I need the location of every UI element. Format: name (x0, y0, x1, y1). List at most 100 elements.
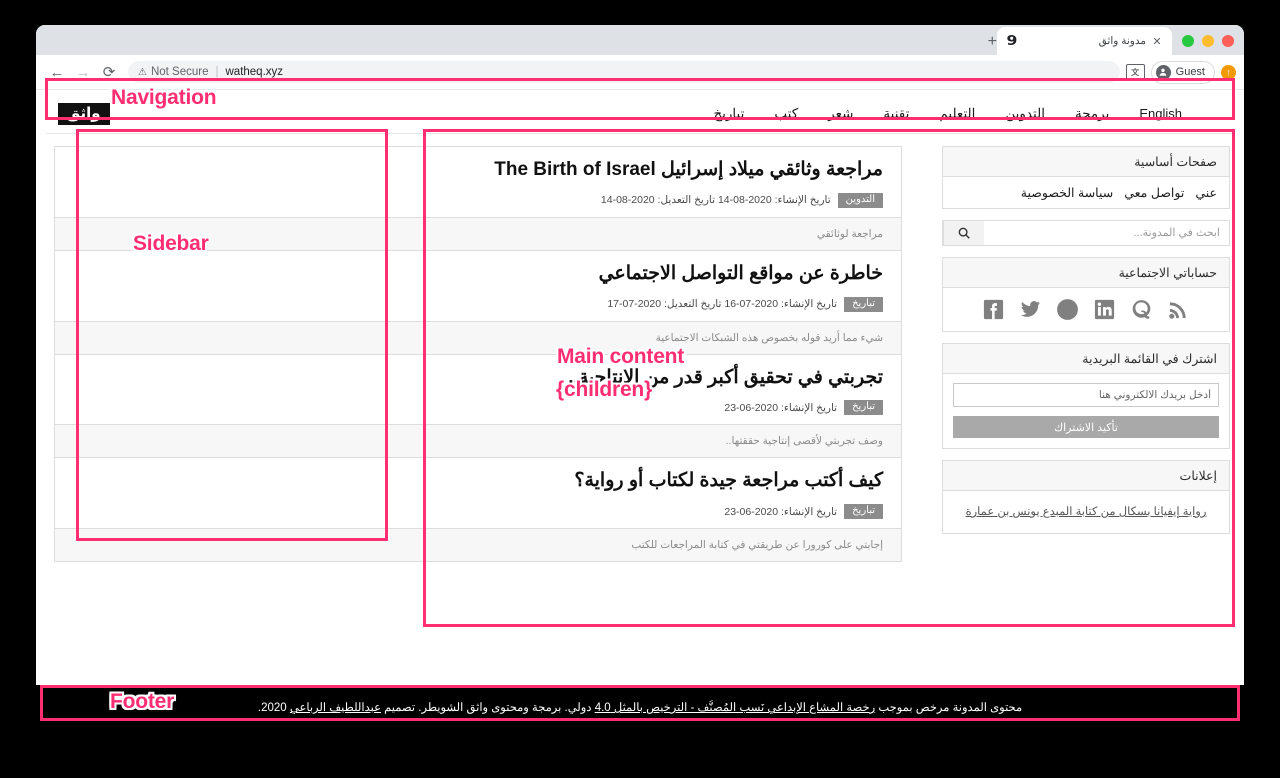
new-tab-button[interactable]: + (988, 34, 997, 50)
sidebar: صفحات أساسية عني تواصل معي سياسة الخصوصي… (942, 146, 1234, 562)
twitter-icon[interactable] (1019, 297, 1043, 321)
ads-heading: إعلانات (943, 461, 1229, 491)
browser-window: 9 مدونة واثق ✕ + ← → ⟳ ⚠ Not Secure | wa… (36, 25, 1244, 729)
security-label: Not Secure (150, 66, 209, 78)
post-meta: تباريخ تاريخ الإنشاء: 2020-06-23 (73, 400, 883, 416)
close-window-button[interactable] (1222, 35, 1234, 47)
post-title[interactable]: كيف أكتب مراجعة جيدة لكتاب أو رواية؟ (73, 470, 883, 493)
footer-suffix: 2020. (257, 702, 290, 714)
site-navigation: English برمجة التدوين التعليم تقنية شعر … (46, 94, 1234, 134)
nav-link-books[interactable]: كتب (774, 106, 798, 122)
page-viewport: English برمجة التدوين التعليم تقنية شعر … (36, 90, 1244, 729)
newsletter-card: اشترك في القائمة البريدية تأكيد الاشتراك (942, 343, 1230, 449)
post-item: مراجعة وثائقي ميلاد إسرائيل The Birth of… (54, 146, 902, 250)
post-header: خاطرة عن مواقع التواصل الاجتماعي تباريخ … (55, 251, 901, 321)
newsletter-heading: اشترك في القائمة البريدية (943, 344, 1229, 374)
maximize-window-button[interactable] (1182, 35, 1194, 47)
footer-middle: دولي. برمجة ومحتوى واثق الشويطر. تصميم (380, 702, 595, 714)
nav-link-english[interactable]: English (1139, 106, 1182, 121)
post-excerpt: شيء مما أريد قوله بخصوص هذه الشبكات الاج… (55, 320, 901, 354)
page-body: صفحات أساسية عني تواصل معي سياسة الخصوصي… (36, 134, 1244, 563)
basic-pages-card: صفحات أساسية عني تواصل معي سياسة الخصوصي… (942, 146, 1230, 209)
nav-link-poetry[interactable]: شعر (828, 106, 853, 122)
blog-search (942, 220, 1230, 246)
post-excerpt: إجابتي على كورورا عن طريقتي في كتابة الم… (55, 528, 901, 562)
post-category-badge[interactable]: التدوين (837, 192, 883, 208)
browser-tab[interactable]: 9 مدونة واثق ✕ (997, 27, 1172, 55)
ads-body: رواية إيفيانا بسكال من كتابة المبدع يونس… (943, 491, 1229, 533)
post-dates: تاريخ الإنشاء: 2020-08-14 تاريخ التعديل:… (600, 194, 831, 207)
social-icons-row (943, 288, 1229, 331)
search-input[interactable] (984, 221, 1229, 245)
linkedin-icon[interactable] (1093, 297, 1117, 321)
rss-icon[interactable] (1167, 297, 1191, 321)
minimize-window-button[interactable] (1202, 35, 1214, 47)
basic-pages-body: عني تواصل معي سياسة الخصوصية (943, 177, 1229, 208)
post-dates: تاريخ الإنشاء: 2020-06-23 (724, 401, 838, 414)
post-category-badge[interactable]: تباريخ (844, 400, 883, 416)
footer-text: محتوى المدونة مرخص بموجب رخصة المشاع الإ… (258, 700, 1022, 714)
site-logo[interactable]: واثق (58, 102, 110, 125)
main-content: مراجعة وثائقي ميلاد إسرائيل The Birth of… (46, 146, 902, 563)
footer-designer-link[interactable]: عبداللطيف الرباعي (290, 702, 381, 714)
close-tab-icon[interactable]: ✕ (1150, 35, 1164, 48)
page-link-contact[interactable]: تواصل معي (1124, 185, 1184, 200)
warning-icon: ⚠ (138, 66, 147, 78)
quora-icon[interactable] (1130, 297, 1154, 321)
reload-icon[interactable]: ⟳ (96, 59, 122, 85)
post-excerpt: وصف تجربتي لأقصى إنتاجية حققتها.. (55, 424, 901, 458)
post-category-badge[interactable]: تباريخ (844, 296, 883, 312)
nav-link-history[interactable]: تباريخ (713, 106, 744, 122)
forward-icon[interactable]: → (70, 59, 96, 85)
newsletter-body: تأكيد الاشتراك (943, 374, 1229, 448)
search-icon (957, 226, 971, 240)
post-dates: تاريخ الإنشاء: 2020-07-16 تاريخ التعديل:… (607, 298, 838, 311)
newsletter-email-input[interactable] (953, 383, 1219, 407)
page-link-about[interactable]: عني (1195, 185, 1217, 200)
post-title[interactable]: مراجعة وثائقي ميلاد إسرائيل The Birth of… (73, 159, 883, 182)
update-icon[interactable]: ↑ (1221, 64, 1236, 80)
window-controls (1172, 35, 1244, 55)
back-icon[interactable]: ← (44, 59, 70, 85)
post-title[interactable]: تجربتي في تحقيق أكبر قدر من الإنتاجية.. (73, 367, 883, 390)
basic-pages-heading: صفحات أساسية (943, 147, 1229, 177)
site-footer: محتوى المدونة مرخص بموجب رخصة المشاع الإ… (36, 685, 1244, 729)
post-header: تجربتي في تحقيق أكبر قدر من الإنتاجية.. … (55, 355, 901, 425)
toolbar-actions: 文 Guest ↑ (1125, 60, 1236, 84)
post-item: تجربتي في تحقيق أكبر قدر من الإنتاجية.. … (54, 353, 902, 458)
tab-favicon-icon: 9 (1006, 33, 1018, 49)
post-item: كيف أكتب مراجعة جيدة لكتاب أو رواية؟ تبا… (54, 457, 902, 563)
footer-license-link[interactable]: رخصة المشاع الإبداعي نَسب المُصنَّف - ال… (595, 702, 875, 714)
github-icon[interactable] (1056, 297, 1080, 321)
ad-link[interactable]: رواية إيفيانا بسكال من كتابة المبدع يونس… (966, 506, 1207, 518)
address-bar[interactable]: ⚠ Not Secure | watheq.xyz (128, 61, 1120, 83)
newsletter-subscribe-button[interactable]: تأكيد الاشتراك (953, 416, 1219, 438)
profile-button[interactable]: Guest (1150, 60, 1215, 84)
social-accounts-card: حساباتي الاجتماعية (942, 257, 1230, 332)
nav-links: English برمجة التدوين التعليم تقنية شعر … (713, 106, 1182, 122)
facebook-icon[interactable] (982, 297, 1006, 321)
browser-tab-strip: 9 مدونة واثق ✕ + (36, 25, 1244, 55)
post-meta: التدوين تاريخ الإنشاء: 2020-08-14 تاريخ … (73, 192, 883, 208)
search-button[interactable] (943, 221, 984, 245)
nav-link-education[interactable]: التعليم (939, 106, 975, 122)
security-status[interactable]: ⚠ Not Secure (138, 66, 209, 78)
post-excerpt: مراجعة لوثائقي (55, 216, 901, 250)
social-accounts-heading: حساباتي الاجتماعية (943, 258, 1229, 288)
post-header: مراجعة وثائقي ميلاد إسرائيل The Birth of… (55, 147, 901, 217)
post-item: خاطرة عن مواقع التواصل الاجتماعي تباريخ … (54, 249, 902, 354)
profile-label: Guest (1175, 66, 1205, 78)
nav-link-blogging[interactable]: التدوين (1005, 106, 1045, 122)
post-title[interactable]: خاطرة عن مواقع التواصل الاجتماعي (73, 263, 883, 286)
nav-link-technology[interactable]: تقنية (883, 106, 909, 122)
address-bar-url: watheq.xyz (225, 66, 284, 78)
footer-prefix: محتوى المدونة مرخص بموجب (875, 702, 1023, 714)
avatar-icon (1155, 64, 1171, 80)
post-meta: تباريخ تاريخ الإنشاء: 2020-06-23 (73, 504, 883, 520)
post-category-badge[interactable]: تباريخ (844, 504, 883, 520)
nav-link-programming[interactable]: برمجة (1075, 106, 1109, 122)
browser-toolbar: ← → ⟳ ⚠ Not Secure | watheq.xyz 文 Guest … (36, 55, 1244, 90)
page-link-privacy[interactable]: سياسة الخصوصية (1021, 185, 1113, 200)
ads-card: إعلانات رواية إيفيانا بسكال من كتابة الم… (942, 460, 1230, 534)
translate-icon[interactable]: 文 (1125, 63, 1145, 81)
